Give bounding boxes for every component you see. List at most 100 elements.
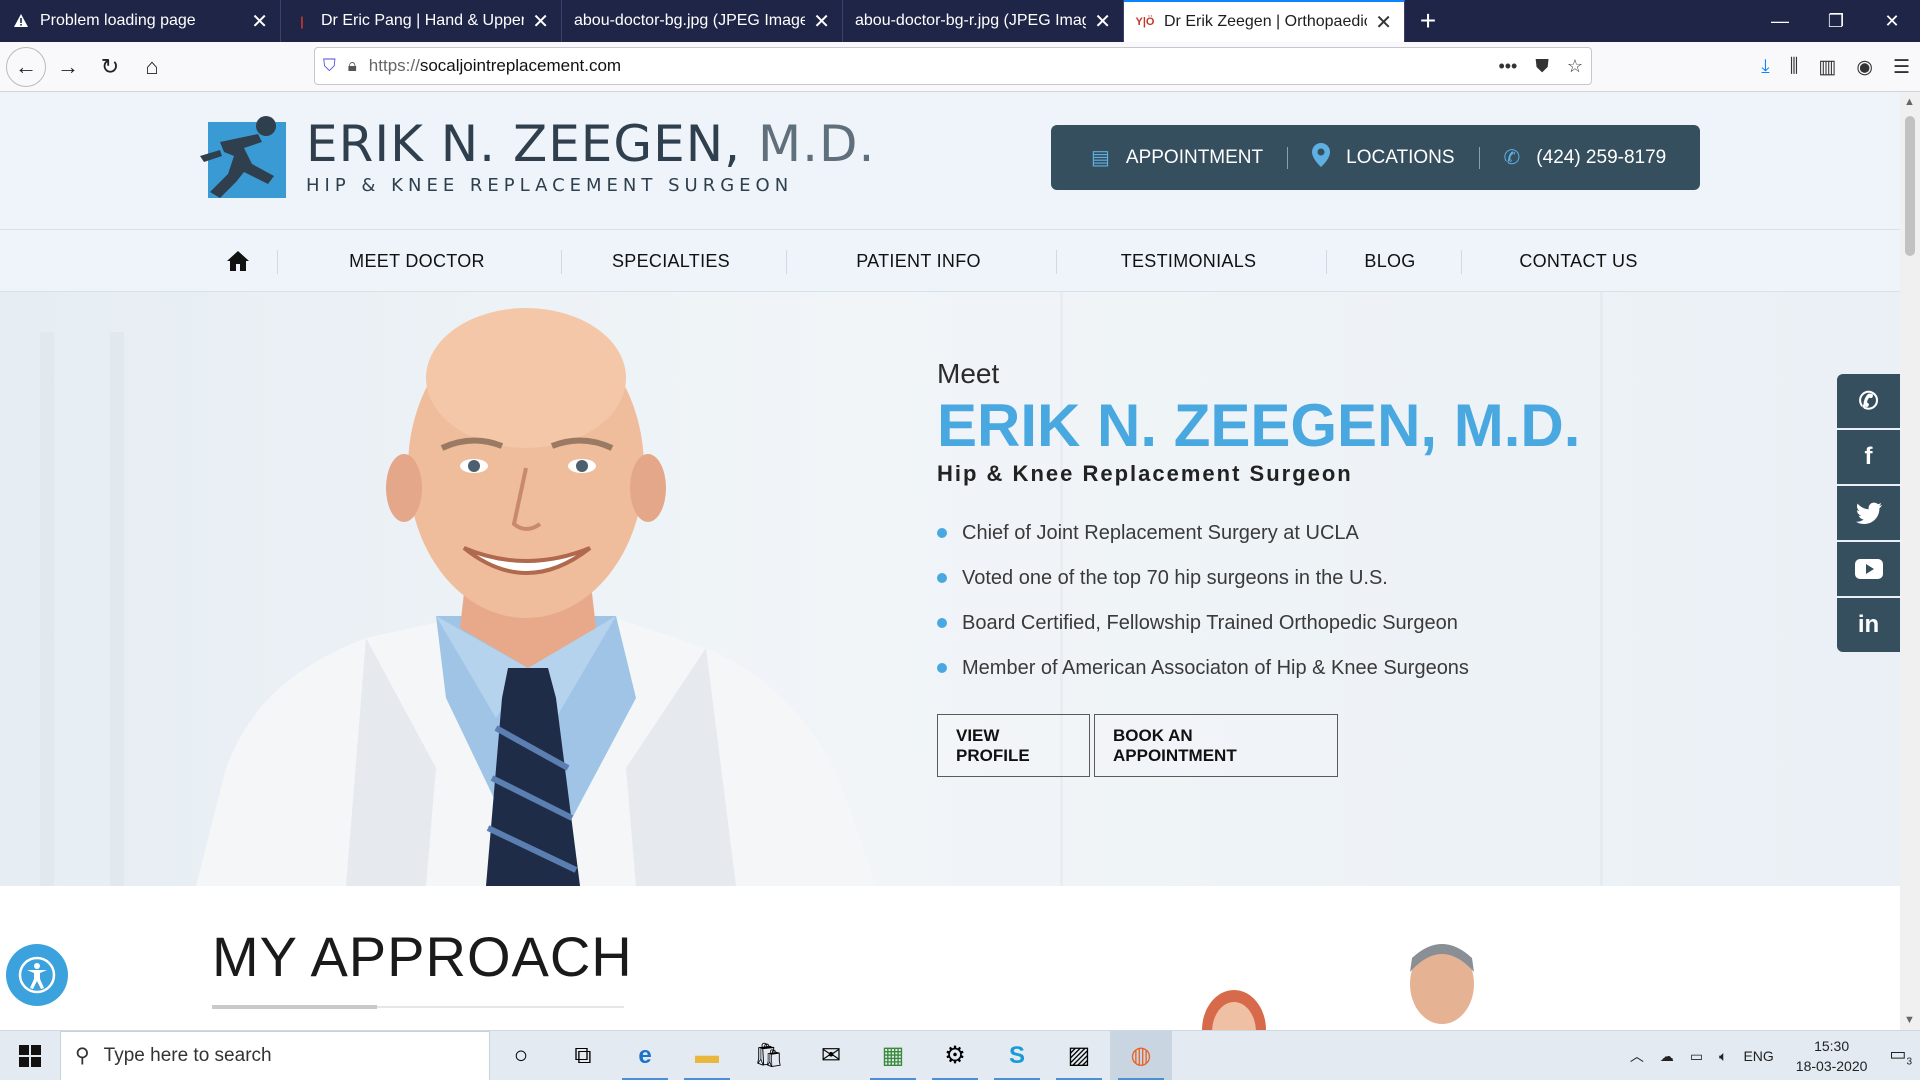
page-scrollbar[interactable]: ▲ ▼ bbox=[1900, 92, 1920, 1030]
back-button[interactable]: ← bbox=[6, 46, 46, 87]
language-indicator[interactable]: ENG bbox=[1743, 1048, 1773, 1064]
close-window-icon[interactable]: ✕ bbox=[1864, 0, 1920, 42]
store-icon[interactable]: 🛍︎ bbox=[738, 1031, 800, 1080]
browser-tab[interactable]: Problem loading page ✕ bbox=[0, 0, 281, 42]
nav-contact-us[interactable]: CONTACT US bbox=[1471, 230, 1686, 292]
list-item: Voted one of the top 70 hip surgeons in … bbox=[937, 566, 1797, 590]
browser-tab-active[interactable]: Y|Ö Dr Erik Zeegen | Orthopaedic H ✕ bbox=[1124, 0, 1405, 42]
nav-specialties[interactable]: SPECIALTIES bbox=[571, 230, 771, 292]
close-icon[interactable]: ✕ bbox=[532, 9, 549, 34]
nav-home[interactable] bbox=[210, 230, 266, 292]
onedrive-icon[interactable]: ☁ bbox=[1660, 1048, 1674, 1065]
bookmark-star-icon[interactable]: ☆ bbox=[1567, 56, 1583, 77]
nav-divider bbox=[1461, 250, 1462, 274]
start-button[interactable] bbox=[0, 1031, 60, 1080]
close-icon[interactable]: ✕ bbox=[1375, 10, 1392, 35]
library-icon[interactable]: ⫼ bbox=[1790, 56, 1799, 78]
nav-testimonials[interactable]: TESTIMONIALS bbox=[1066, 230, 1311, 292]
bullet-icon bbox=[937, 663, 947, 673]
clock[interactable]: 15:30 18-03-2020 bbox=[1796, 1036, 1868, 1076]
phone-number: (424) 259-8179 bbox=[1536, 146, 1667, 168]
skype-icon[interactable]: S bbox=[986, 1031, 1048, 1080]
book-appointment-button[interactable]: BOOK AN APPOINTMENT bbox=[1094, 714, 1338, 777]
linkedin-icon[interactable]: in bbox=[1837, 598, 1900, 652]
search-placeholder: Type here to search bbox=[103, 1044, 272, 1066]
more-actions-icon[interactable]: ••• bbox=[1498, 56, 1517, 77]
close-icon[interactable]: ✕ bbox=[251, 9, 268, 34]
firefox-icon[interactable]: ◍ bbox=[1110, 1030, 1172, 1080]
contact-bar: ▤ APPOINTMENT LOCATIONS ✆ (424) 259-8179 bbox=[1051, 125, 1700, 190]
notifications-icon[interactable]: ▭3 bbox=[1889, 1044, 1912, 1068]
cortana-icon[interactable]: ○ bbox=[490, 1031, 552, 1080]
mail-icon[interactable]: ✉ bbox=[800, 1031, 862, 1080]
new-tab-button[interactable]: + bbox=[1405, 0, 1451, 42]
battery-icon[interactable]: ▭ bbox=[1690, 1048, 1703, 1065]
scroll-thumb[interactable] bbox=[1905, 116, 1915, 256]
lock-icon[interactable]: 🔒︎ bbox=[348, 56, 357, 76]
youtube-icon[interactable] bbox=[1837, 542, 1900, 596]
browser-tab[interactable]: abou-doctor-bg.jpg (JPEG Image, 1 ✕ bbox=[562, 0, 843, 42]
edge-icon[interactable]: e bbox=[614, 1031, 676, 1080]
view-profile-button[interactable]: VIEW PROFILE bbox=[937, 714, 1090, 777]
url-scheme: https:// bbox=[368, 56, 420, 75]
phone-icon[interactable]: ✆ bbox=[1837, 374, 1900, 428]
forward-button[interactable]: → bbox=[48, 47, 88, 87]
url-bar[interactable]: ⛉ 🔒︎ https:// socaljointreplacement.com … bbox=[314, 47, 1592, 85]
taskbar-search[interactable]: ⚲ Type here to search bbox=[60, 1030, 490, 1080]
tab-title: abou-doctor-bg-r.jpg (JPEG Image, bbox=[855, 12, 1087, 29]
site-header: ERIK N. ZEEGEN, M.D. HIP & KNEE REPLACEM… bbox=[0, 92, 1900, 230]
locations-link[interactable]: LOCATIONS bbox=[1312, 142, 1455, 173]
accessibility-button[interactable] bbox=[6, 944, 68, 1006]
credential-text: Board Certified, Fellowship Trained Orth… bbox=[962, 611, 1458, 634]
logo-subtitle: HIP & KNEE REPLACEMENT SURGEON bbox=[306, 174, 794, 196]
credentials-list: Chief of Joint Replacement Surgery at UC… bbox=[937, 521, 1797, 680]
close-icon[interactable]: ✕ bbox=[1094, 9, 1111, 34]
scroll-down-icon[interactable]: ▼ bbox=[1904, 1014, 1915, 1026]
credential-text: Member of American Associaton of Hip & K… bbox=[962, 656, 1469, 679]
nav-divider bbox=[786, 250, 787, 274]
browser-tab[interactable]: abou-doctor-bg-r.jpg (JPEG Image, ✕ bbox=[843, 0, 1124, 42]
site-favicon: | bbox=[300, 13, 304, 29]
hero-text: Meet ERIK N. ZEEGEN, M.D. Hip & Knee Rep… bbox=[937, 358, 1797, 777]
nav-blog[interactable]: BLOG bbox=[1336, 230, 1444, 292]
appointment-link[interactable]: ▤ APPOINTMENT bbox=[1091, 145, 1263, 170]
nav-divider bbox=[561, 250, 562, 274]
twitter-icon[interactable] bbox=[1837, 486, 1900, 540]
bg-window-frame bbox=[110, 332, 124, 886]
nav-patient-info[interactable]: PATIENT INFO bbox=[796, 230, 1041, 292]
download-icon[interactable]: ⤓ bbox=[1761, 56, 1769, 78]
phone-link[interactable]: ✆ (424) 259-8179 bbox=[1504, 145, 1667, 170]
restore-icon[interactable]: ❐ bbox=[1808, 0, 1864, 42]
tab-title: Dr Eric Pang | Hand & Upper Ex bbox=[321, 12, 525, 29]
home-button[interactable]: ⌂ bbox=[132, 47, 172, 87]
system-tray: ︿ ☁ ▭ 🔈︎ ENG 15:30 18-03-2020 ▭3 bbox=[1622, 1031, 1920, 1080]
nav-meet-doctor[interactable]: MEET DOCTOR bbox=[287, 230, 547, 292]
hero-doctor-name: ERIK N. ZEEGEN, M.D. bbox=[937, 392, 1581, 459]
file-explorer-icon[interactable]: ▬ bbox=[676, 1031, 738, 1080]
windows-icon bbox=[19, 1044, 41, 1067]
volume-icon[interactable]: 🔈︎ bbox=[1719, 1048, 1727, 1065]
scroll-up-icon[interactable]: ▲ bbox=[1904, 96, 1915, 108]
photos-icon[interactable]: ▨ bbox=[1048, 1031, 1110, 1080]
site-logo[interactable]: ERIK N. ZEEGEN, M.D. HIP & KNEE REPLACEM… bbox=[200, 116, 875, 198]
nav-divider bbox=[1326, 250, 1327, 274]
phone-icon: ✆ bbox=[1503, 147, 1521, 169]
settings-icon[interactable]: ⚙ bbox=[924, 1031, 986, 1080]
logo-md: M.D. bbox=[757, 114, 876, 173]
pocket-icon[interactable]: ⛊ bbox=[1535, 56, 1549, 77]
close-icon[interactable]: ✕ bbox=[813, 9, 830, 34]
url-host: socaljointreplacement.com bbox=[419, 56, 622, 75]
minimize-icon[interactable]: — bbox=[1752, 0, 1808, 42]
facebook-icon[interactable]: f bbox=[1837, 430, 1900, 484]
reload-button[interactable]: ↻ bbox=[90, 47, 130, 87]
list-item: Board Certified, Fellowship Trained Orth… bbox=[937, 611, 1797, 635]
clock-time: 15:30 bbox=[1814, 1038, 1850, 1054]
chevron-up-icon[interactable]: ︿ bbox=[1630, 1046, 1644, 1066]
browser-tab[interactable]: | Dr Eric Pang | Hand & Upper Ex ✕ bbox=[281, 0, 562, 42]
menu-icon[interactable]: ☰ bbox=[1893, 56, 1910, 79]
shield-icon[interactable]: ⛉ bbox=[323, 56, 336, 76]
task-view-icon[interactable]: ⧉ bbox=[552, 1031, 614, 1080]
image-editor-icon[interactable]: ▦ bbox=[862, 1031, 924, 1080]
sidebar-icon[interactable]: ▥ bbox=[1818, 56, 1836, 79]
account-icon[interactable]: ◉ bbox=[1856, 56, 1873, 79]
